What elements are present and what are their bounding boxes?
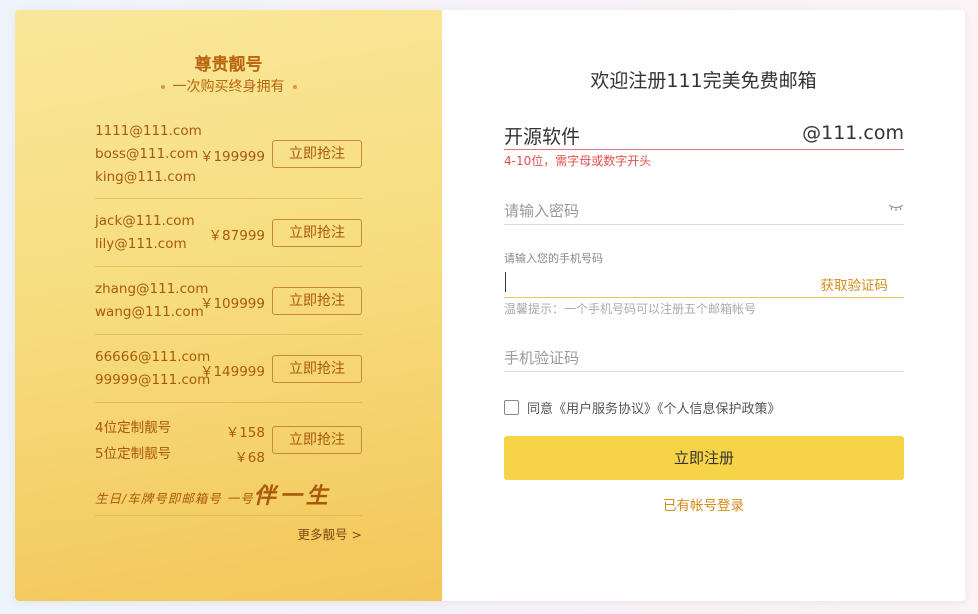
register-button[interactable]: 立即注册 — [504, 436, 904, 480]
mail-domain: @111.com — [802, 122, 904, 144]
premium-email: 1111@111.com — [95, 123, 202, 139]
premium-group-4: 66666@111.com 99999@111.com ￥149999 立即抢注 — [95, 346, 362, 403]
premium-email: 66666@111.com — [95, 349, 211, 365]
custom-price: ￥158 — [225, 425, 265, 441]
password-field[interactable]: 请输入密码 — [504, 197, 904, 225]
premium-email: king@111.com — [95, 169, 197, 185]
premium-email: lily@111.com — [95, 236, 187, 252]
promo-title: 尊贵靓号 — [194, 55, 263, 75]
premium-group-3: zhang@111.com wang@111.com ￥109999 立即抢注 — [95, 278, 362, 335]
agree-checkbox[interactable] — [504, 400, 519, 415]
phone-input[interactable]: 获取验证码 — [504, 268, 904, 298]
slogan-small: 生日/车牌号即邮箱号 一号 — [95, 491, 254, 506]
verification-code-field[interactable]: 手机验证码 — [504, 344, 904, 372]
premium-email: zhang@111.com — [95, 281, 209, 297]
username-field[interactable]: 开源软件 @111.com — [504, 120, 904, 150]
premium-price: ￥199999 — [199, 149, 265, 165]
phone-label: 请输入您的手机号码 — [504, 252, 603, 265]
premium-group-2: jack@111.com lily@111.com ￥87999 立即抢注 — [95, 210, 362, 267]
grab-now-button[interactable]: 立即抢注 — [272, 219, 362, 247]
premium-email: 99999@111.com — [95, 372, 211, 388]
premium-price: ￥87999 — [208, 228, 265, 244]
text-caret — [505, 272, 506, 292]
phone-tip: 温馨提示：一个手机号码可以注册五个邮箱帐号 — [504, 302, 757, 316]
premium-price: ￥149999 — [199, 364, 265, 380]
email-list: jack@111.com lily@111.com — [95, 210, 195, 256]
register-title: 欢迎注册111完美免费邮箱 — [590, 70, 817, 92]
email-list: 1111@111.com boss@111.com king@111.com — [95, 120, 202, 189]
promo-slogan: 生日/车牌号即邮箱号 一号伴一生 — [95, 478, 362, 510]
grab-now-button[interactable]: 立即抢注 — [272, 287, 362, 315]
premium-group-5: 4位定制靓号 5位定制靓号 ￥158 ￥68 立即抢注 — [95, 415, 362, 467]
custom-price: ￥68 — [234, 450, 265, 466]
premium-email: wang@111.com — [95, 304, 204, 320]
agreement-text[interactable]: 同意《用户服务协议》《个人信息保护政策》 — [527, 402, 781, 417]
code-placeholder: 手机验证码 — [504, 349, 580, 367]
custom-address-type: 4位定制靓号 — [95, 420, 172, 436]
promo-subtitle: 一次购买终身拥有 — [15, 76, 442, 96]
more-addresses-link[interactable]: 更多靓号 > — [298, 524, 362, 543]
email-list: 66666@111.com 99999@111.com — [95, 346, 210, 392]
get-code-button[interactable]: 获取验证码 — [821, 274, 889, 294]
username-value: 开源软件 — [504, 126, 581, 148]
grab-now-button[interactable]: 立即抢注 — [272, 140, 362, 168]
eye-closed-icon[interactable] — [888, 203, 904, 211]
premium-email: boss@111.com — [95, 146, 199, 162]
premium-group-1: 1111@111.com boss@111.com king@111.com ￥… — [95, 120, 362, 199]
username-error: 4-10位，需字母或数字开头 — [504, 154, 652, 168]
agreement-row: 同意《用户服务协议》《个人信息保护政策》 — [504, 398, 781, 417]
email-list: zhang@111.com wang@111.com — [95, 278, 208, 324]
custom-address-type: 5位定制靓号 — [95, 446, 172, 462]
register-form: 欢迎注册111完美免费邮箱 开源软件 @111.com 4-10位，需字母或数字… — [442, 10, 965, 601]
dot-icon — [292, 85, 297, 89]
registration-card: 尊贵靓号 一次购买终身拥有 1111@111.com boss@111.com … — [15, 10, 965, 601]
dot-icon — [160, 85, 165, 89]
custom-list: 4位定制靓号 5位定制靓号 — [95, 415, 171, 467]
premium-price: ￥109999 — [199, 296, 265, 312]
promo-subtitle-text: 一次购买终身拥有 — [172, 79, 285, 95]
password-placeholder: 请输入密码 — [504, 202, 580, 220]
slogan-big: 伴一生 — [253, 483, 332, 509]
premium-address-panel: 尊贵靓号 一次购买终身拥有 1111@111.com boss@111.com … — [15, 10, 442, 601]
premium-email: jack@111.com — [95, 213, 195, 229]
grab-now-button[interactable]: 立即抢注 — [272, 426, 362, 454]
divider — [95, 515, 362, 516]
login-link[interactable]: 已有帐号登录 — [442, 494, 965, 514]
grab-now-button[interactable]: 立即抢注 — [272, 355, 362, 383]
